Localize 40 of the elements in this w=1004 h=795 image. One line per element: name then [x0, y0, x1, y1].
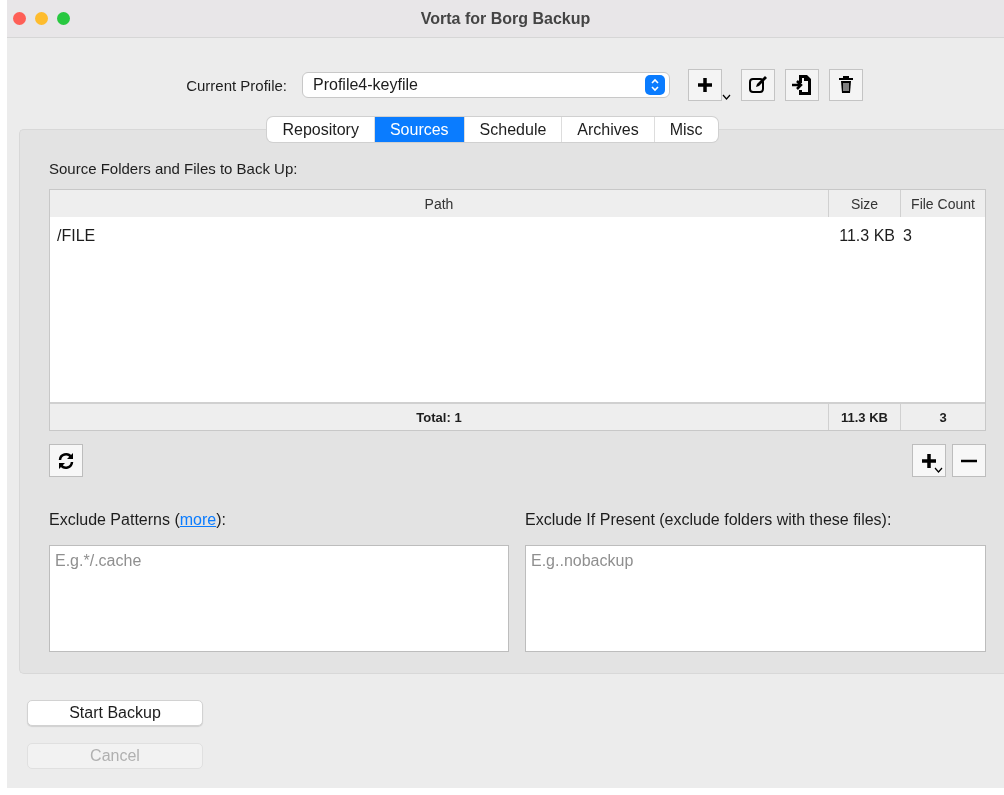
sources-label: Source Folders and Files to Back Up:: [49, 160, 298, 177]
file-import-icon: [791, 74, 813, 96]
exclude-patterns-field[interactable]: E.g.*/.cache: [49, 545, 509, 652]
tab[interactable]: Misc: [653, 117, 718, 142]
start-backup-button[interactable]: Start Backup: [27, 700, 203, 726]
profile-dropdown[interactable]: Profile4-keyfile: [302, 72, 670, 98]
caret-icon: [722, 94, 731, 100]
edit-icon: [748, 75, 768, 95]
table-cell-text: 11.3 KB: [838, 227, 896, 245]
window-title: Vorta for Borg Backup: [420, 9, 591, 27]
caret-icon: [934, 467, 943, 473]
refresh-icon: [57, 451, 75, 470]
total-cell-text: 3: [938, 408, 948, 427]
exclude-if-present-field[interactable]: E.g..nobackup: [525, 545, 986, 652]
tab[interactable]: Archives: [561, 117, 654, 142]
exclude-patterns-label: Exclude Patterns (more):: [49, 511, 226, 528]
tab[interactable]: Sources: [373, 117, 464, 142]
edit-profile-button[interactable]: [741, 69, 775, 101]
total-cell: 11.3 KB: [829, 404, 901, 430]
tab[interactable]: Schedule: [463, 117, 562, 142]
stepper-icon: [650, 78, 660, 92]
profile-label: Current Profile:: [186, 76, 287, 94]
plus-icon: [920, 451, 938, 470]
column-header[interactable]: File Count: [901, 190, 985, 217]
add-source-button[interactable]: [912, 444, 946, 477]
column-header[interactable]: Path: [50, 190, 829, 217]
remove-source-button[interactable]: [952, 444, 986, 477]
delete-profile-button[interactable]: [829, 69, 863, 101]
table-cell-text: 3: [902, 227, 913, 245]
trash-icon: [838, 76, 854, 94]
import-profile-button[interactable]: [785, 69, 819, 101]
total-cell: Total: 1: [50, 404, 829, 430]
add-profile-button[interactable]: [688, 69, 722, 101]
plus-icon: [696, 76, 714, 94]
minus-icon: [961, 458, 977, 463]
tab[interactable]: Repository: [267, 117, 374, 142]
column-header[interactable]: Size: [829, 190, 901, 217]
exclude-if-present-label: Exclude If Present (exclude folders with these files):: [525, 511, 892, 528]
table-cell-text: /FILE: [56, 227, 97, 245]
refresh-button[interactable]: [49, 444, 83, 477]
